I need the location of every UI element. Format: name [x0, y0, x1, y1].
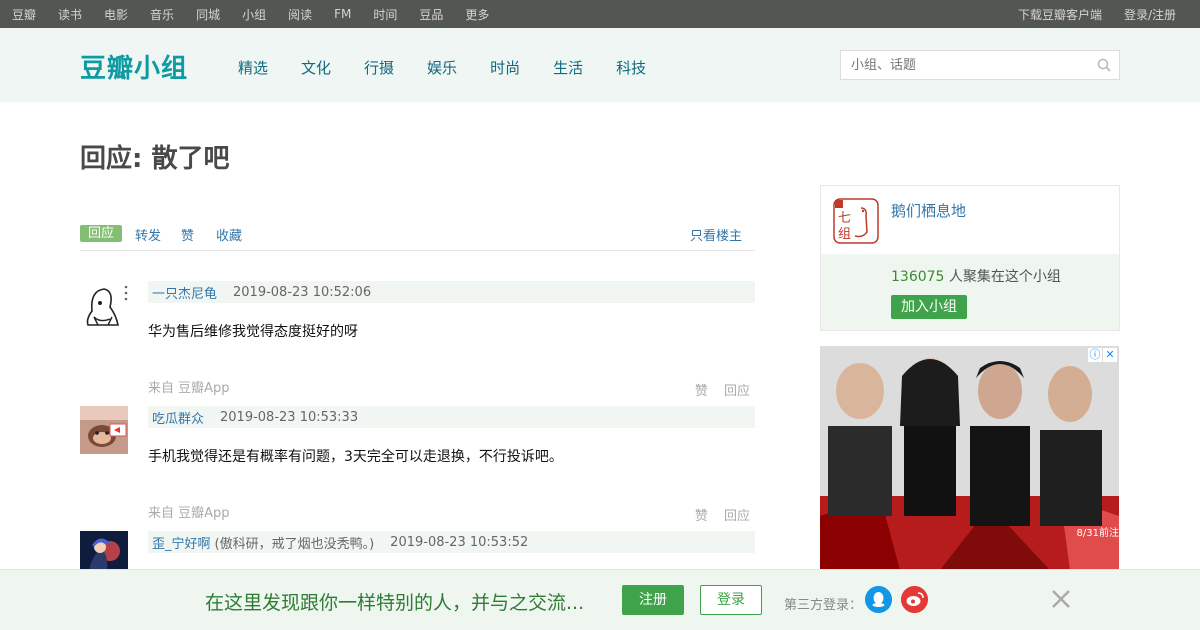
- comment-header: 歪_宁好啊 (傲科研，戒了烟也没秃鸭。) 2019-08-23 10:53:52: [148, 531, 755, 553]
- nav-time[interactable]: 时间: [373, 6, 397, 23]
- topic-action-bar: 回应 转发 赞 收藏 只看楼主: [80, 224, 755, 251]
- ad-image: [820, 346, 1119, 570]
- comment-header: 一只杰尼龟 2019-08-23 10:52:06: [148, 281, 755, 303]
- ad-close-icon[interactable]: ✕: [1103, 348, 1117, 362]
- comment-text: 华为售后维修我觉得态度挺好的呀: [148, 324, 358, 340]
- group-member-count: 136075 人聚集在这个小组: [891, 266, 1061, 286]
- global-nav: 豆瓣 读书 电影 音乐 同城 小组 阅读 FM 时间 豆品 更多 下载豆瓣客户端…: [0, 0, 1200, 28]
- banner-message: 在这里发现跟你一样特别的人，并与之交流...: [205, 592, 585, 614]
- group-nav-featured[interactable]: 精选: [238, 57, 268, 78]
- join-group-button[interactable]: 加入小组: [891, 295, 967, 319]
- search-input[interactable]: [841, 51, 1081, 79]
- global-nav-left: 豆瓣 读书 电影 音乐 同城 小组 阅读 FM 时间 豆品 更多: [12, 6, 511, 23]
- avatar[interactable]: [80, 281, 128, 329]
- close-banner-icon[interactable]: [1050, 588, 1072, 610]
- nav-market[interactable]: 豆品: [419, 6, 443, 23]
- group-nav-fashion[interactable]: 时尚: [490, 57, 520, 78]
- nav-fm[interactable]: FM: [334, 7, 351, 21]
- only-op-link[interactable]: 只看楼主: [690, 225, 742, 244]
- comment-like-button[interactable]: 赞: [695, 509, 708, 524]
- nav-movie[interactable]: 电影: [104, 6, 128, 23]
- comment-like-button[interactable]: 赞: [695, 384, 708, 399]
- download-app-link[interactable]: 下载豆瓣客户端: [1018, 6, 1102, 23]
- group-join-area: 136075 人聚集在这个小组 加入小组: [821, 254, 1119, 330]
- nav-book[interactable]: 读书: [58, 6, 82, 23]
- more-options-icon[interactable]: [124, 285, 128, 301]
- group-nav-life[interactable]: 生活: [553, 57, 583, 78]
- svg-text:七: 七: [838, 211, 851, 226]
- comment-source: 来自 豆瓣App: [148, 506, 230, 521]
- comment-reply-button[interactable]: 回应: [724, 509, 750, 524]
- third-party-login-label: 第三方登录：: [784, 598, 863, 613]
- member-count-suffix: 人聚集在这个小组: [944, 269, 1061, 285]
- ad-controls: ⓘ ✕: [1087, 348, 1117, 362]
- group-header: 豆瓣小组 精选 文化 行摄 娱乐 时尚 生活 科技: [0, 28, 1200, 102]
- login-register-link[interactable]: 登录/注册: [1124, 6, 1176, 23]
- avatar-image-2: [80, 406, 128, 454]
- comment-time: 2019-08-23 10:53:52: [390, 534, 529, 550]
- group-nav: 精选 文化 行摄 娱乐 时尚 生活 科技: [238, 57, 679, 78]
- group-nav-travel[interactable]: 行摄: [364, 57, 394, 78]
- ad-date-text: 8/31前注: [1076, 528, 1119, 539]
- like-button[interactable]: 赞: [181, 225, 194, 244]
- comment-author-signature: (傲科研，戒了烟也没秃鸭。): [214, 536, 375, 552]
- group-logo[interactable]: 豆瓣小组: [80, 48, 188, 85]
- nav-read[interactable]: 阅读: [288, 6, 312, 23]
- reply-tab[interactable]: 回应: [80, 225, 123, 242]
- register-banner: 在这里发现跟你一样特别的人，并与之交流... 注册 登录 第三方登录：: [0, 569, 1200, 630]
- group-nav-tech[interactable]: 科技: [616, 57, 646, 78]
- comment-author[interactable]: 一只杰尼龟: [152, 283, 217, 302]
- comment-time: 2019-08-23 10:53:33: [220, 409, 359, 425]
- comment-reply-button[interactable]: 回应: [724, 384, 750, 399]
- comment-source: 来自 豆瓣App: [148, 381, 230, 396]
- nav-local[interactable]: 同城: [196, 6, 220, 23]
- nav-douban[interactable]: 豆瓣: [12, 6, 36, 23]
- comment-author[interactable]: 吃瓜群众: [152, 408, 204, 427]
- comment-ops: 赞 回应: [683, 505, 750, 524]
- ad-info-icon[interactable]: ⓘ: [1088, 348, 1102, 362]
- group-avatar[interactable]: 七 组: [833, 198, 879, 244]
- group-name[interactable]: 鹅们栖息地: [891, 200, 966, 221]
- svg-text:组: 组: [838, 227, 851, 242]
- nav-music[interactable]: 音乐: [150, 6, 174, 23]
- search-icon[interactable]: [1097, 58, 1111, 72]
- nav-more[interactable]: 更多: [465, 6, 489, 23]
- weibo-login-icon[interactable]: [901, 586, 928, 613]
- login-button[interactable]: 登录: [700, 585, 762, 615]
- search-box: [840, 50, 1120, 80]
- collect-button[interactable]: 收藏: [216, 225, 242, 244]
- global-nav-right: 下载豆瓣客户端 登录/注册: [996, 6, 1188, 23]
- topic-title: 回应: 散了吧: [80, 144, 230, 174]
- comment-ops: 赞 回应: [683, 380, 750, 399]
- comment-author[interactable]: 歪_宁好啊: [152, 533, 211, 552]
- comment-header: 吃瓜群众 2019-08-23 10:53:33: [148, 406, 755, 428]
- group-nav-entertainment[interactable]: 娱乐: [427, 57, 457, 78]
- avatar-image-1: [80, 281, 128, 329]
- qq-login-icon[interactable]: [865, 586, 892, 613]
- member-count-number: 136075: [891, 269, 945, 285]
- nav-group[interactable]: 小组: [242, 6, 266, 23]
- comment-time: 2019-08-23 10:52:06: [233, 284, 372, 300]
- group-info-card: 七 组 鹅们栖息地 136075 人聚集在这个小组 加入小组: [820, 185, 1120, 331]
- forward-button[interactable]: 转发: [135, 225, 161, 244]
- register-button[interactable]: 注册: [622, 585, 684, 615]
- advertisement[interactable]: ⓘ ✕ 8/31前注: [820, 346, 1119, 570]
- group-nav-culture[interactable]: 文化: [301, 57, 331, 78]
- comment-text: 手机我觉得还是有概率有问题，3天完全可以走退换，不行投诉吧。: [148, 449, 563, 465]
- avatar[interactable]: [80, 406, 128, 454]
